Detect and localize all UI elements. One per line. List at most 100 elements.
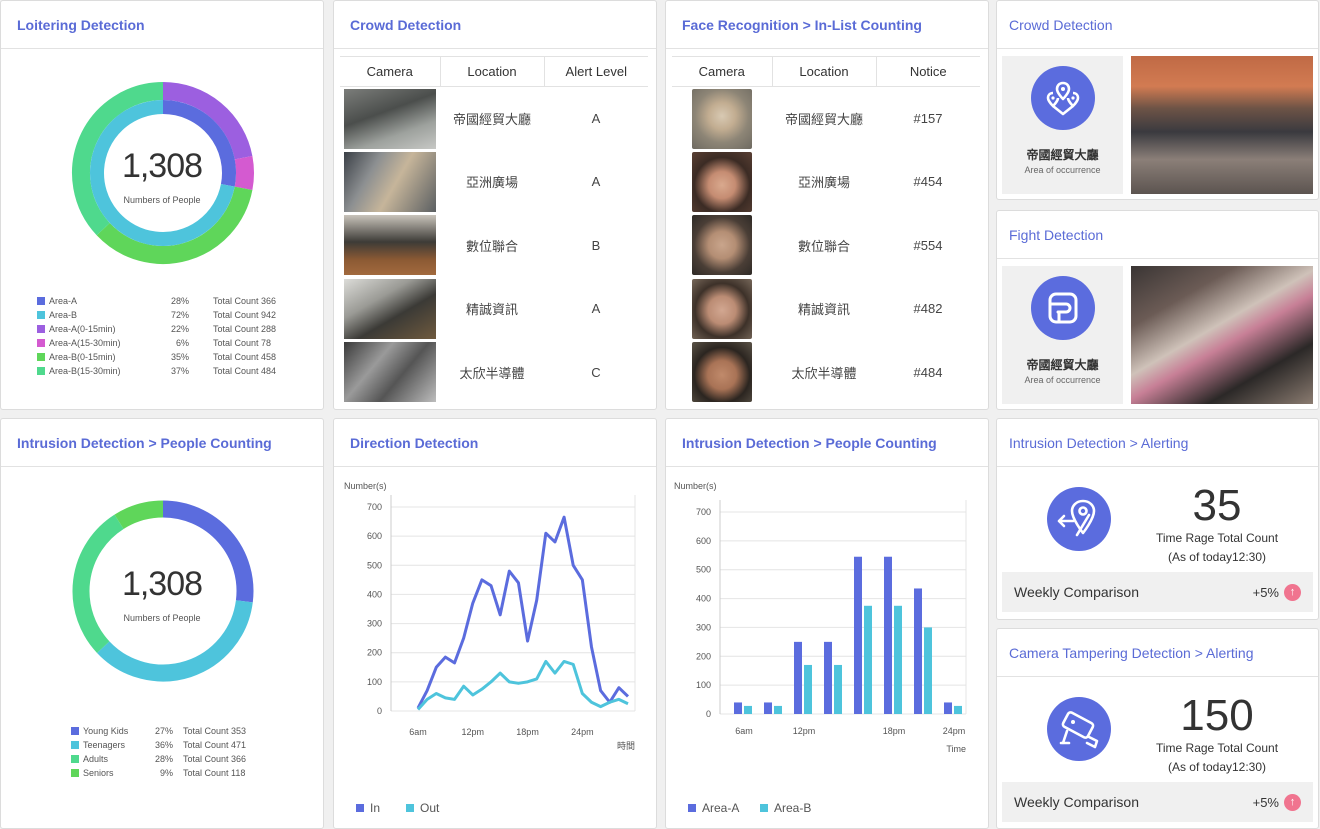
table-row[interactable]: 帝國經貿大廳 A [340,87,648,151]
age-group-slice[interactable] [114,500,164,530]
legend-percent: 37% [170,366,189,376]
table-row[interactable]: 精誠資訊 A [340,277,648,341]
bar-area-b[interactable] [954,705,962,714]
legend-name: Area-A(0-15min) [49,324,116,334]
x-axis-label: 時間 [617,741,635,751]
people-count: 1,308 [121,565,203,603]
x-tick-label: 6am [735,726,753,736]
legend-item: Young Kids 27% Total Count 353 [71,724,323,738]
legend-total: Total Count 942 [213,310,277,320]
camera-thumbnail[interactable] [344,151,436,212]
y-tick-label: 700 [696,507,711,517]
table-row[interactable]: 太欣半導體 #484 [672,341,980,405]
table-row[interactable]: 帝國經貿大廳 #157 [672,87,980,151]
alert-count: 35 [1192,481,1242,530]
bar-area-b[interactable] [774,705,782,714]
camera-thumbnail[interactable] [344,342,436,403]
y-tick-label: 300 [696,622,711,632]
table-row[interactable]: 精誠資訊 #482 [672,277,980,341]
series-line-in[interactable] [416,515,630,709]
bar-area-a[interactable] [794,641,802,714]
legend-name: Area-B(15-30min) [49,366,121,376]
bar-area-b[interactable] [924,627,932,714]
bar-area-b[interactable] [894,605,902,714]
bar-area-a[interactable] [914,588,922,714]
y-axis-label: Number(s) [674,481,717,491]
camera-tamper-icon [1047,697,1111,761]
bar-area-b[interactable] [804,664,812,714]
bar-area-b[interactable] [864,605,872,714]
legend-name: Area-B(0-15min) [49,352,116,362]
legend-swatch [37,367,45,375]
crowd-card-panel: Crowd Detection 帝國經貿大廳 Area of occurrenc… [996,0,1319,200]
x-tick-label: 12pm [462,727,485,737]
camera-thumbnail[interactable] [344,278,436,339]
crowd-snapshot[interactable] [1131,56,1313,194]
camera-thumbnail[interactable] [344,215,436,276]
face-thumbnail[interactable] [692,342,752,403]
y-tick-label: 400 [367,589,382,599]
y-tick-label: 300 [367,619,382,629]
table-row[interactable]: 太欣半導體 C [340,341,648,405]
legend-swatch [37,311,45,319]
alert-level-cell: A [591,111,601,126]
panel-title: Intrusion Detection > People Counting [666,419,988,467]
legend-item: Seniors 9% Total Count 118 [71,766,323,780]
location-caption: Area of occurrence [1024,375,1101,385]
bar-area-a[interactable] [884,556,892,714]
legend-total: Total Count 458 [213,352,277,362]
panel-title: Intrusion Detection > Alerting [997,419,1318,467]
panel-title: Camera Tampering Detection > Alerting [997,629,1318,677]
legend-swatch [37,297,45,305]
table-row[interactable]: 數位聯合 #554 [672,214,980,278]
arrow-up-icon: ↑ [1284,794,1301,811]
y-tick-label: 200 [367,648,382,658]
weekly-comparison[interactable]: Weekly Comparison +5% ↑ [1002,782,1313,822]
table-row[interactable]: 數位聯合 B [340,214,648,278]
face-thumbnail[interactable] [692,151,752,212]
bar-area-a[interactable] [764,702,772,714]
intrusion-icon [1047,487,1111,551]
y-axis-label: Number(s) [344,481,387,491]
bar-area-b[interactable] [834,664,842,714]
legend-area-a: Area-A [688,801,739,815]
weekly-value: +5% [1252,585,1279,600]
alert-level-cell: A [591,301,601,317]
table-row[interactable]: 亞洲廣場 #454 [672,150,980,214]
legend-name: Young Kids [83,726,129,736]
legend-item: Area-A 28% Total Count 366 [37,294,317,308]
loitering-panel: Loitering Detection 1,308 Numbers of Peo… [0,0,324,410]
panel-title: Fight Detection [997,211,1318,259]
legend-percent: 27% [154,726,173,736]
y-tick-label: 600 [367,531,382,541]
face-thumbnail[interactable] [692,215,752,276]
legend-name: Seniors [83,768,114,778]
legend-item: Area-B(0-15min) 35% Total Count 458 [37,350,317,364]
fight-snapshot[interactable] [1131,266,1313,404]
column-header-camera: Camera [672,56,773,87]
legend-total: Total Count 353 [183,726,247,736]
table-row[interactable]: 亞洲廣場 A [340,150,648,214]
legend-name: Area-A(15-30min) [49,338,121,348]
fight-icon-box[interactable]: 帝國經貿大廳 Area of occurrence [1002,266,1123,404]
x-tick-label: 18pm [883,726,906,736]
camera-thumbnail[interactable] [344,88,436,149]
weekly-label: Weekly Comparison [1014,584,1140,600]
alert-level-cell: A [591,174,601,190]
face-thumbnail[interactable] [692,278,752,339]
bar-area-a[interactable] [824,641,832,714]
bar-area-b[interactable] [744,705,752,714]
face-thumbnail[interactable] [692,88,752,149]
notice-cell: #482 [913,301,943,317]
bar-area-a[interactable] [854,556,862,714]
bar-area-a[interactable] [734,702,742,714]
notice-cell: #454 [913,174,943,190]
bar-area-a[interactable] [944,702,952,714]
legend-swatch [71,727,79,735]
people-count-label: Numbers of People [123,195,201,205]
panel-title: Intrusion Detection > People Counting [1,419,323,467]
intrusion-bar-chart: 0 100 200 300 400 500 600 700 Number(s) Time 6am 12… [674,481,967,754]
weekly-comparison[interactable]: Weekly Comparison +5% ↑ [1002,572,1313,612]
crowd-icon-box[interactable]: 帝國經貿大廳 Area of occurrence [1002,56,1123,194]
alert-level-cell: C [591,364,601,380]
